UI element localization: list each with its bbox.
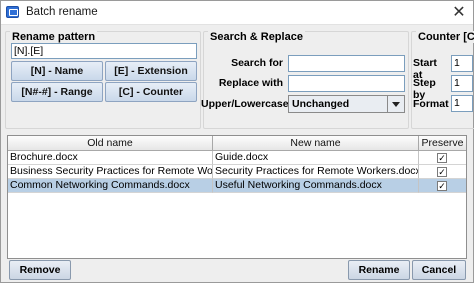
batch-rename-dialog: Batch rename ✕ Rename pattern [N].[E] [N… (0, 0, 474, 283)
replace-with-label: Replace with (218, 77, 283, 89)
preserve-cell: ✓ (419, 179, 466, 193)
title-bar: Batch rename ✕ (1, 1, 473, 25)
column-header-new-name[interactable]: New name (213, 136, 419, 151)
new-name-cell[interactable]: Useful Networking Commands.docx (213, 179, 419, 193)
search-replace-legend: Search & Replace (208, 31, 305, 43)
new-name-cell[interactable]: Guide.docx (213, 151, 419, 165)
table-row[interactable]: Common Networking Commands.docx Useful Ne… (8, 179, 466, 193)
preserve-checkbox[interactable]: ✓ (437, 153, 447, 163)
pattern-input[interactable]: [N].[E] (11, 43, 197, 59)
range-token-button[interactable]: [N#-#] - Range (11, 82, 103, 102)
format-input[interactable]: 1 (451, 95, 473, 112)
case-select-value: Unchanged (292, 98, 350, 110)
preserve-checkbox[interactable]: ✓ (437, 181, 447, 191)
format-label: Format (413, 98, 449, 110)
counter-legend: Counter [C] (416, 31, 474, 43)
chevron-down-icon[interactable] (387, 96, 404, 112)
old-name-cell[interactable]: Common Networking Commands.docx (8, 179, 213, 193)
extension-token-button[interactable]: [E] - Extension (105, 61, 197, 81)
search-for-input[interactable] (288, 55, 405, 72)
counter-token-button[interactable]: [C] - Counter (105, 82, 197, 102)
name-token-button[interactable]: [N] - Name (11, 61, 103, 81)
rename-pattern-legend: Rename pattern (10, 31, 98, 43)
table-row[interactable]: Business Security Practices for Remote W… (8, 165, 466, 179)
case-select[interactable]: Unchanged (288, 95, 405, 113)
close-button[interactable]: ✕ (449, 4, 469, 22)
search-for-label: Search for (231, 57, 283, 69)
table-row[interactable]: Brochure.docx Guide.docx ✓ (8, 151, 466, 165)
column-header-preserve[interactable]: Preserve (419, 136, 466, 151)
start-at-input[interactable]: 1 (451, 55, 473, 72)
remove-button[interactable]: Remove (9, 260, 71, 280)
window-title: Batch rename (26, 6, 98, 18)
rename-button[interactable]: Rename (348, 260, 410, 280)
old-name-cell[interactable]: Brochure.docx (8, 151, 213, 165)
table-header: Old name New name Preserve (8, 136, 466, 151)
step-by-input[interactable]: 1 (451, 75, 473, 92)
new-name-cell[interactable]: Security Practices for Remote Workers.do… (213, 165, 419, 179)
app-icon (6, 6, 19, 18)
old-name-cell[interactable]: Business Security Practices for Remote W… (8, 165, 213, 179)
column-header-old-name[interactable]: Old name (8, 136, 213, 151)
cancel-button[interactable]: Cancel (412, 260, 466, 280)
preserve-cell: ✓ (419, 165, 466, 179)
preserve-checkbox[interactable]: ✓ (437, 167, 447, 177)
replace-with-input[interactable] (288, 75, 405, 92)
file-table: Old name New name Preserve Brochure.docx… (7, 135, 467, 259)
preserve-cell: ✓ (419, 151, 466, 165)
case-label: Upper/Lowercase (201, 98, 289, 110)
